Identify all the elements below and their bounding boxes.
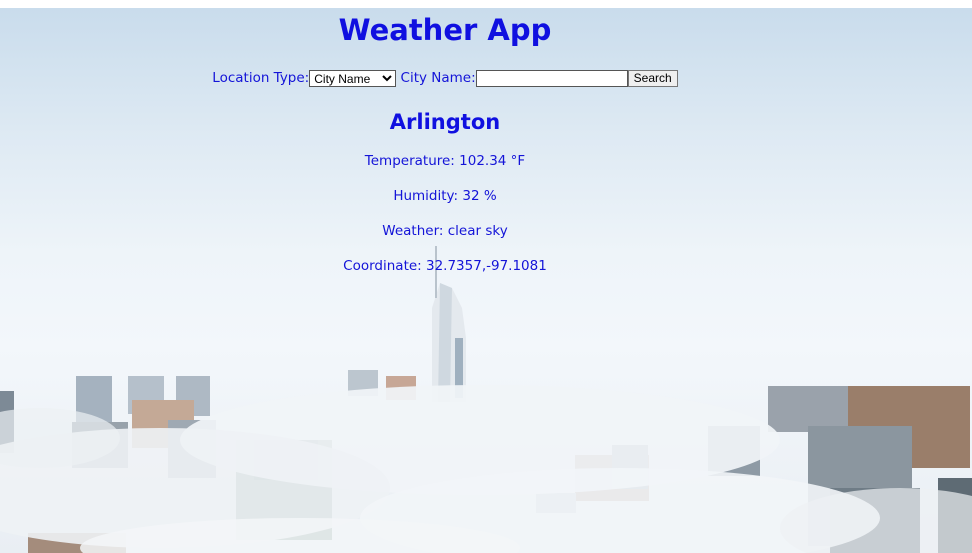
temperature-text: Temperature: 102.34 °F bbox=[364, 153, 526, 169]
weather-panel: Weather App Location Type: City Name City… bbox=[0, 8, 890, 274]
city-name-input[interactable] bbox=[475, 69, 628, 87]
city-name-label: City Name: bbox=[400, 70, 476, 86]
city-heading: Arlington bbox=[389, 110, 501, 134]
search-form: Location Type: City Name City Name: Search bbox=[0, 68, 890, 88]
weather-text: Weather: clear sky bbox=[382, 223, 508, 239]
search-button[interactable]: Search bbox=[627, 69, 678, 87]
app-title: Weather App bbox=[338, 13, 552, 47]
humidity-text: Humidity: 32 % bbox=[393, 188, 497, 204]
location-type-select[interactable]: City Name bbox=[309, 69, 397, 87]
coordinate-text: Coordinate: 32.7357,-97.1081 bbox=[343, 258, 547, 274]
page: Weather App Location Type: City Name City… bbox=[0, 0, 972, 553]
location-type-label: Location Type: bbox=[212, 70, 310, 86]
